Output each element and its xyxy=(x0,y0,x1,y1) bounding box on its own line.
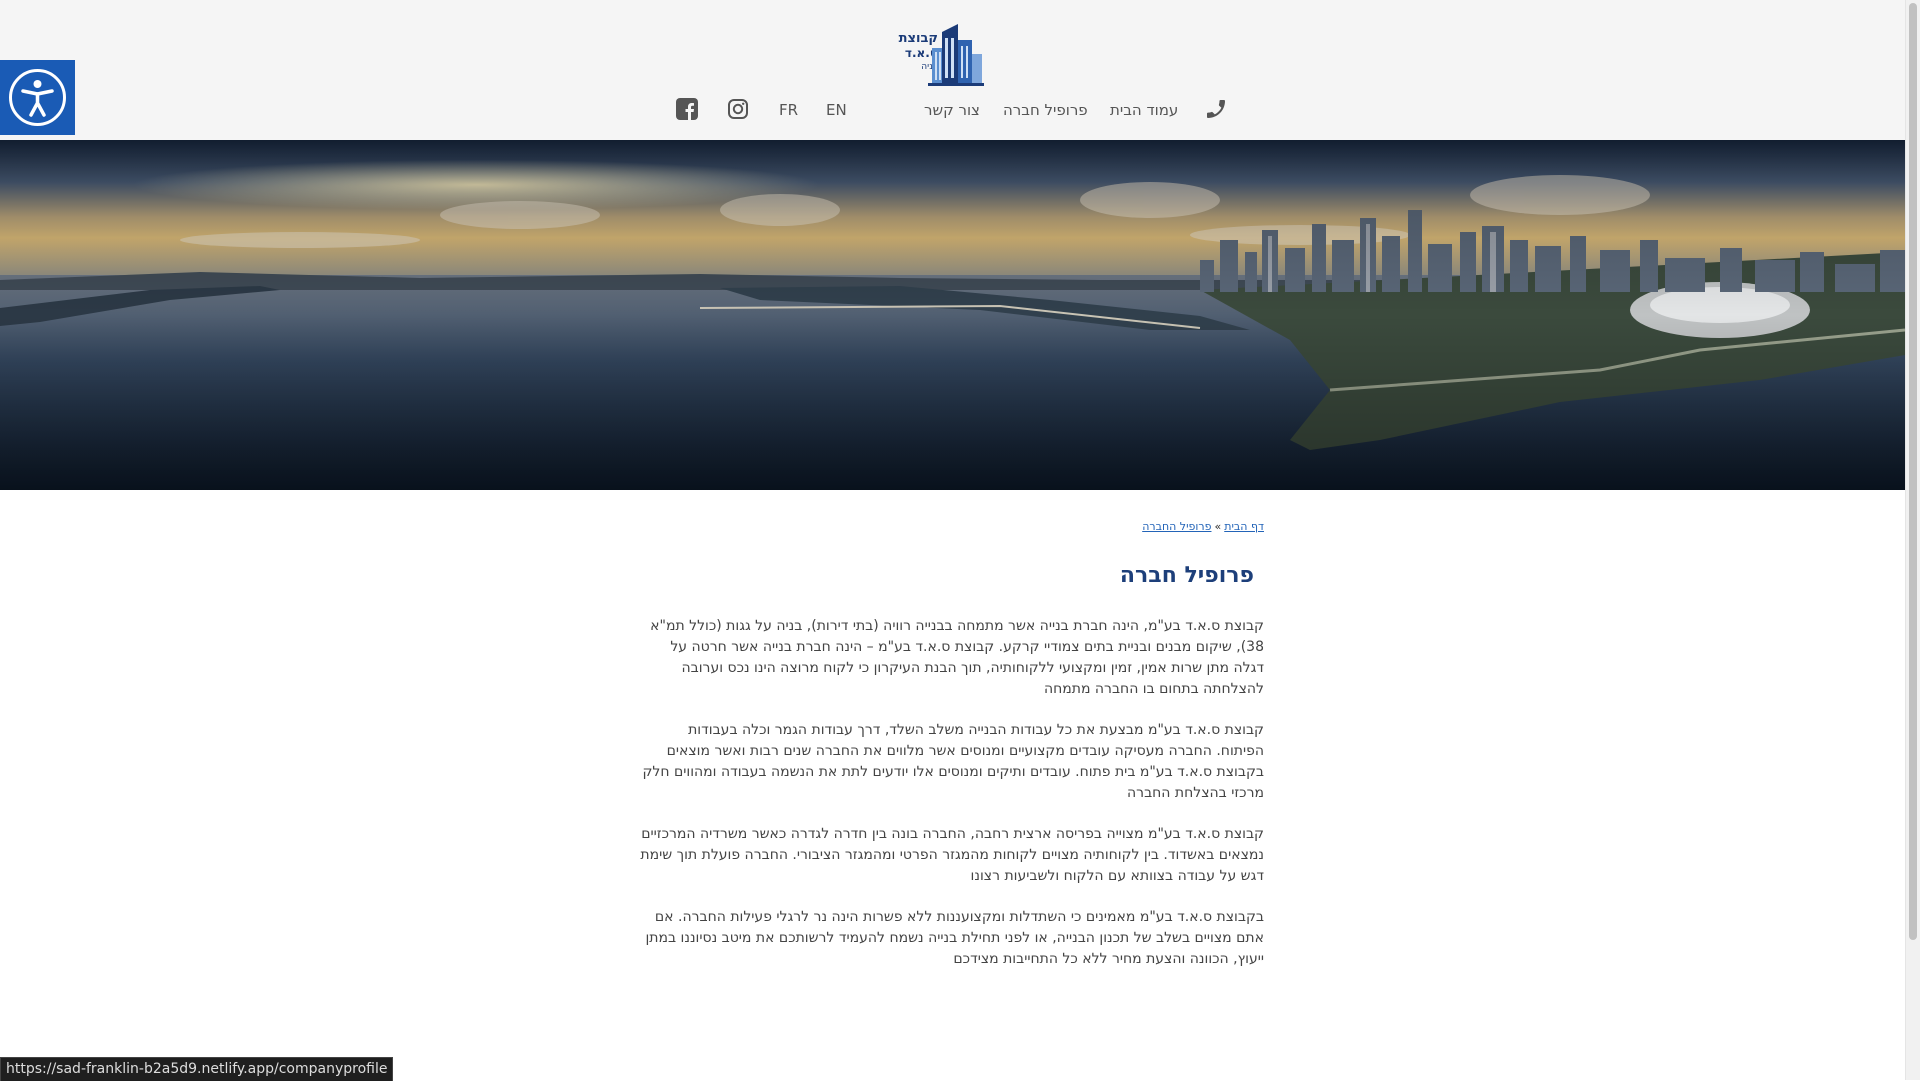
page: קבוצת ס.א.ד בניה עמוד הבית פרופיל חברה צ… xyxy=(0,0,1905,1080)
scrollbar-thumb[interactable] xyxy=(1909,3,1917,940)
phone-icon[interactable] xyxy=(1204,97,1228,125)
accessibility-icon xyxy=(9,69,66,126)
site-header: קבוצת ס.א.ד בניה עמוד הבית פרופיל חברה צ… xyxy=(0,0,1905,140)
profile-paragraph-3: קבוצת ס.א.ד בע"מ מצוייה בפריסה ארצית רחב… xyxy=(640,826,1264,884)
vertical-scrollbar[interactable] xyxy=(1905,0,1920,1080)
nav-home[interactable]: עמוד הבית xyxy=(1110,101,1178,119)
breadcrumb: דף הבית»פרופיל החברה xyxy=(640,520,1264,533)
nav-contact[interactable]: צור קשר xyxy=(924,101,980,119)
facebook-icon[interactable] xyxy=(676,98,698,124)
accessibility-button[interactable] xyxy=(0,60,75,135)
instagram-icon[interactable] xyxy=(727,98,749,124)
page-title: פרופיל חברה xyxy=(1119,563,1254,588)
nav-company-profile[interactable]: פרופיל חברה xyxy=(1003,101,1088,119)
profile-paragraph-4: בקבוצת ס.א.ד בע"מ מאמינים כי השתדלות ומק… xyxy=(645,909,1264,967)
profile-paragraph-2: קבוצת ס.א.ד בע"מ מבצעת את כל עבודות הבני… xyxy=(642,722,1264,801)
breadcrumb-current-link[interactable]: פרופיל החברה xyxy=(1142,520,1211,533)
lang-fr[interactable]: FR xyxy=(779,101,798,119)
lang-en[interactable]: EN xyxy=(826,101,847,119)
company-logo[interactable]: קבוצת ס.א.ד בניה xyxy=(898,22,984,88)
profile-paragraph-1: קבוצת ס.א.ד בע"מ, הינה חברת בנייה אשר מת… xyxy=(650,618,1264,697)
breadcrumb-separator: » xyxy=(1214,520,1222,533)
breadcrumb-home-link[interactable]: דף הבית xyxy=(1224,520,1264,533)
main-content: דף הבית»פרופיל החברה פרופיל חברה קבוצת ס… xyxy=(640,520,1264,970)
building-logo-icon xyxy=(928,24,984,86)
hero-panorama-image xyxy=(0,140,1905,490)
browser-status-url: https://sad-franklin-b2a5d9.netlify.app/… xyxy=(0,1057,394,1081)
